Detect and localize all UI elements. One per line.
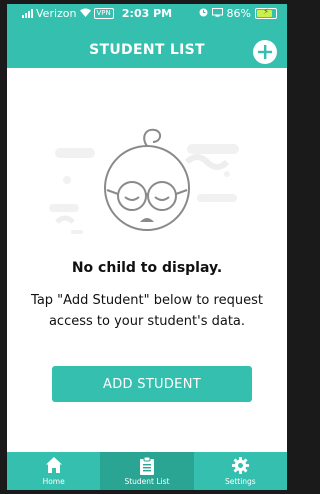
baby-face-icon [49, 128, 239, 234]
clipboard-icon [139, 456, 155, 476]
empty-state-description: Tap "Add Student" below to request acces… [31, 293, 263, 329]
page-title: STUDENT LIST [89, 42, 205, 58]
add-student-header-button[interactable] [253, 40, 277, 64]
app-screen: Verizon VPN 2:03 PM 86% ⚡ STUDENT LIST N… [7, 4, 287, 490]
battery-icon: ⚡ [255, 7, 277, 19]
status-right: 86% ⚡ [199, 7, 277, 20]
gear-icon [231, 456, 250, 476]
empty-state-title: No child to display. [71, 260, 223, 276]
bottom-tab-bar: Home Student List Settings [7, 452, 287, 490]
alarm-icon [199, 7, 208, 20]
tab-home[interactable]: Home [7, 452, 100, 490]
screen-mirror-icon [211, 7, 223, 20]
charging-bolt-icon: ⚡ [263, 7, 269, 16]
main-content: No child to display. Tap "Add Student" b… [7, 68, 287, 452]
tab-student-list[interactable]: Student List [100, 452, 194, 490]
tab-student-list-label: Student List [124, 477, 170, 486]
tab-settings-label: Settings [224, 477, 256, 486]
app-header: Verizon VPN 2:03 PM 86% ⚡ STUDENT LIST [7, 4, 287, 68]
home-icon [45, 456, 63, 476]
tab-home-label: Home [42, 477, 65, 486]
tab-settings[interactable]: Settings [194, 452, 287, 490]
battery-percent: 86% [226, 7, 251, 20]
empty-state-illustration [37, 118, 257, 248]
status-bar: Verizon VPN 2:03 PM 86% ⚡ [7, 4, 287, 22]
plus-circle-icon [258, 45, 272, 59]
add-student-button[interactable]: ADD STUDENT [52, 366, 252, 402]
